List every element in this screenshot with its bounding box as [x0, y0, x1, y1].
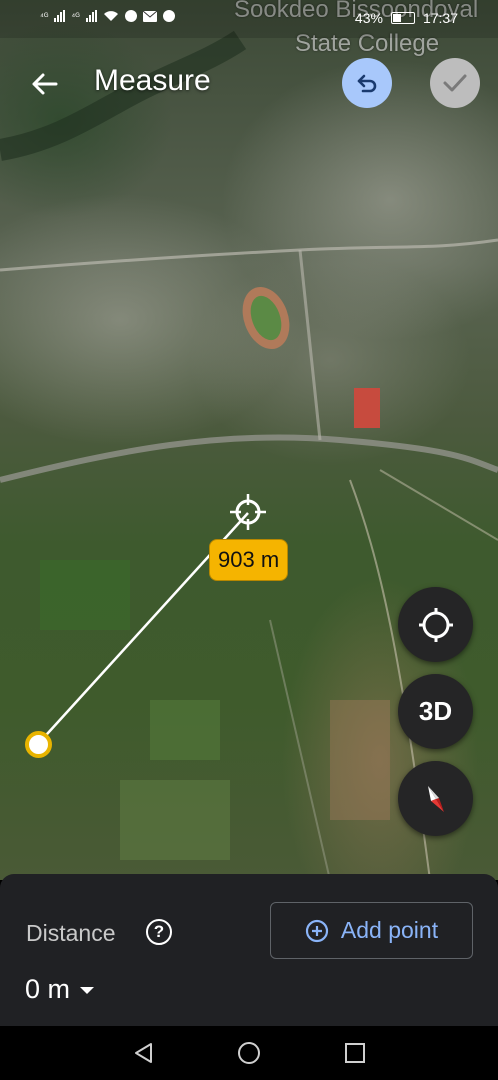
compass-icon: [427, 785, 444, 812]
battery-fill: [392, 14, 402, 22]
my-location-icon: [418, 607, 453, 642]
satellite-map[interactable]: [0, 0, 498, 880]
page-title: Measure: [94, 64, 211, 97]
measure-point[interactable]: [25, 731, 52, 758]
add-point-button[interactable]: Add point: [270, 902, 473, 959]
map-terrain: [0, 30, 498, 880]
arrow-back-icon: [32, 73, 58, 95]
network-type-label-2: ⁴ᴳ: [71, 11, 80, 21]
status-icons-left: ⁴ᴳ ⁴ᴳ: [40, 10, 175, 22]
done-button[interactable]: [430, 58, 480, 108]
messenger-icon: [162, 10, 175, 22]
battery-icon: [390, 12, 415, 24]
undo-icon: [357, 74, 377, 93]
clock: 17:37: [422, 10, 458, 26]
help-icon[interactable]: ?: [146, 919, 172, 945]
back-button[interactable]: [22, 62, 66, 106]
add-circle-icon: [305, 919, 328, 942]
toggle-3d-button[interactable]: 3D: [398, 674, 473, 749]
signal-icon-2: [85, 10, 97, 22]
my-location-button[interactable]: [398, 587, 473, 662]
signal-icon: [54, 10, 66, 22]
network-type-label: ⁴ᴳ: [40, 11, 49, 21]
check-icon: [443, 74, 467, 92]
status-icons-right: 43% 17:37: [355, 10, 458, 26]
mail-icon: [142, 10, 157, 22]
nav-home-button[interactable]: [236, 1040, 262, 1066]
compass-button[interactable]: [398, 761, 473, 836]
system-nav-bar: [0, 1026, 498, 1080]
battery-percent: 43%: [354, 10, 383, 26]
wifi-icon: [103, 11, 118, 21]
nav-recents-button[interactable]: [342, 1040, 368, 1066]
recents-square-icon: [345, 1043, 365, 1063]
distance-label: Distance: [26, 920, 116, 946]
add-point-label: Add point: [340, 917, 439, 943]
back-triangle-icon: [135, 1043, 152, 1063]
status-bar: ⁴ᴳ ⁴ᴳ 43% 17:37: [0, 0, 498, 38]
nav-back-button[interactable]: [130, 1040, 156, 1066]
home-circle-icon: [238, 1042, 260, 1064]
total-distance-dropdown[interactable]: 0 m: [25, 974, 95, 1005]
crosshair-icon: [230, 494, 266, 530]
undo-button[interactable]: [342, 58, 392, 108]
chevron-down-icon: [80, 987, 95, 994]
measure-panel: Distance ? Add point 0 m: [0, 874, 498, 1026]
segment-distance-label: 903 m: [209, 539, 289, 581]
facebook-icon: [124, 10, 137, 22]
total-distance-value: 0 m: [25, 974, 71, 1004]
